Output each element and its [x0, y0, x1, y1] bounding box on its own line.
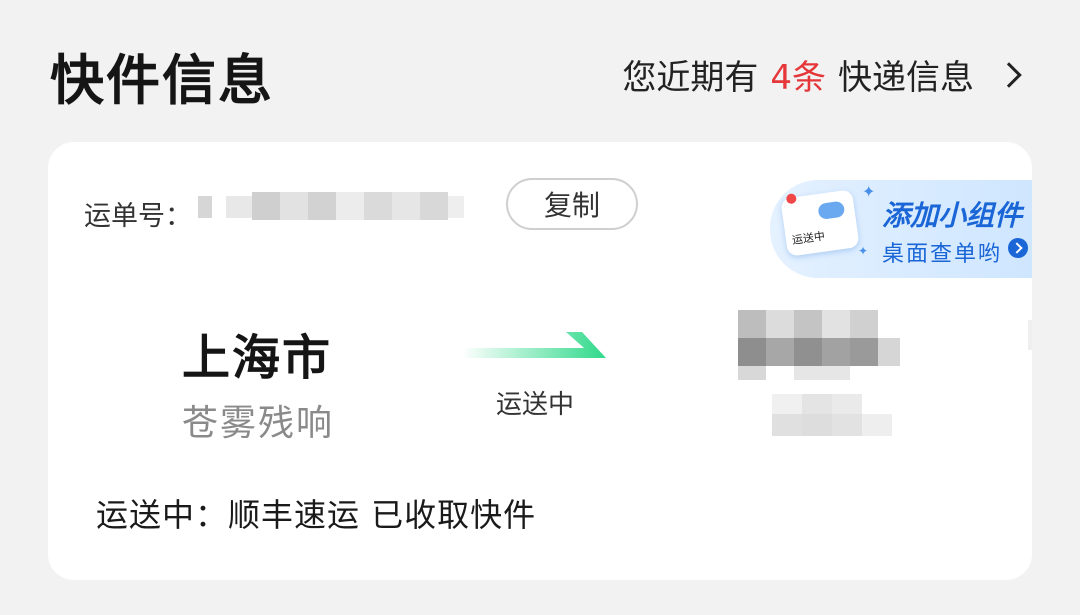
widget-subtitle: 桌面查单哟	[882, 242, 1003, 267]
transit-status-label: 运送中	[496, 390, 575, 420]
waybill-label: 运单号：	[84, 201, 192, 232]
page-title: 快件信息	[50, 49, 274, 112]
shipment-card[interactable]: 运单号： 复制 运送中 ✦ ✦ 添加小组件 桌面查单哟 上海市 苍雾残响 运送中…	[48, 142, 1032, 580]
waybill-number-blurred	[198, 182, 468, 230]
latest-status: 运送中：顺丰速运 已收取快件	[96, 496, 537, 534]
origin-sender: 苍雾残响	[182, 403, 335, 444]
sparkle-icon: ✦	[862, 182, 876, 201]
chevron-right-icon	[996, 61, 1022, 88]
route-arrow-icon	[462, 332, 606, 358]
card-edge-mark	[1028, 320, 1032, 350]
sparkle-icon: ✦	[858, 244, 869, 258]
widget-thumb-label: 运送中	[791, 229, 826, 247]
add-widget-banner[interactable]: 运送中 ✦ ✦ 添加小组件 桌面查单哟	[770, 180, 1032, 278]
origin-city: 上海市	[182, 330, 333, 386]
recent-deliveries-link[interactable]: 您近期有 4条 快递信息	[622, 50, 1022, 99]
header: 快件信息 您近期有 4条 快递信息	[0, 0, 1080, 140]
widget-preview-icon: 运送中	[780, 189, 860, 257]
copy-button[interactable]: 复制	[506, 178, 638, 230]
summary-prefix: 您近期有	[622, 58, 759, 98]
arrow-circle-icon	[1008, 238, 1028, 258]
destination-recipient-blurred	[772, 394, 902, 442]
summary-suffix: 快递信息	[838, 58, 974, 98]
delivery-count: 4条	[770, 58, 826, 98]
destination-city-blurred	[734, 310, 914, 382]
widget-title: 添加小组件	[882, 199, 1023, 232]
